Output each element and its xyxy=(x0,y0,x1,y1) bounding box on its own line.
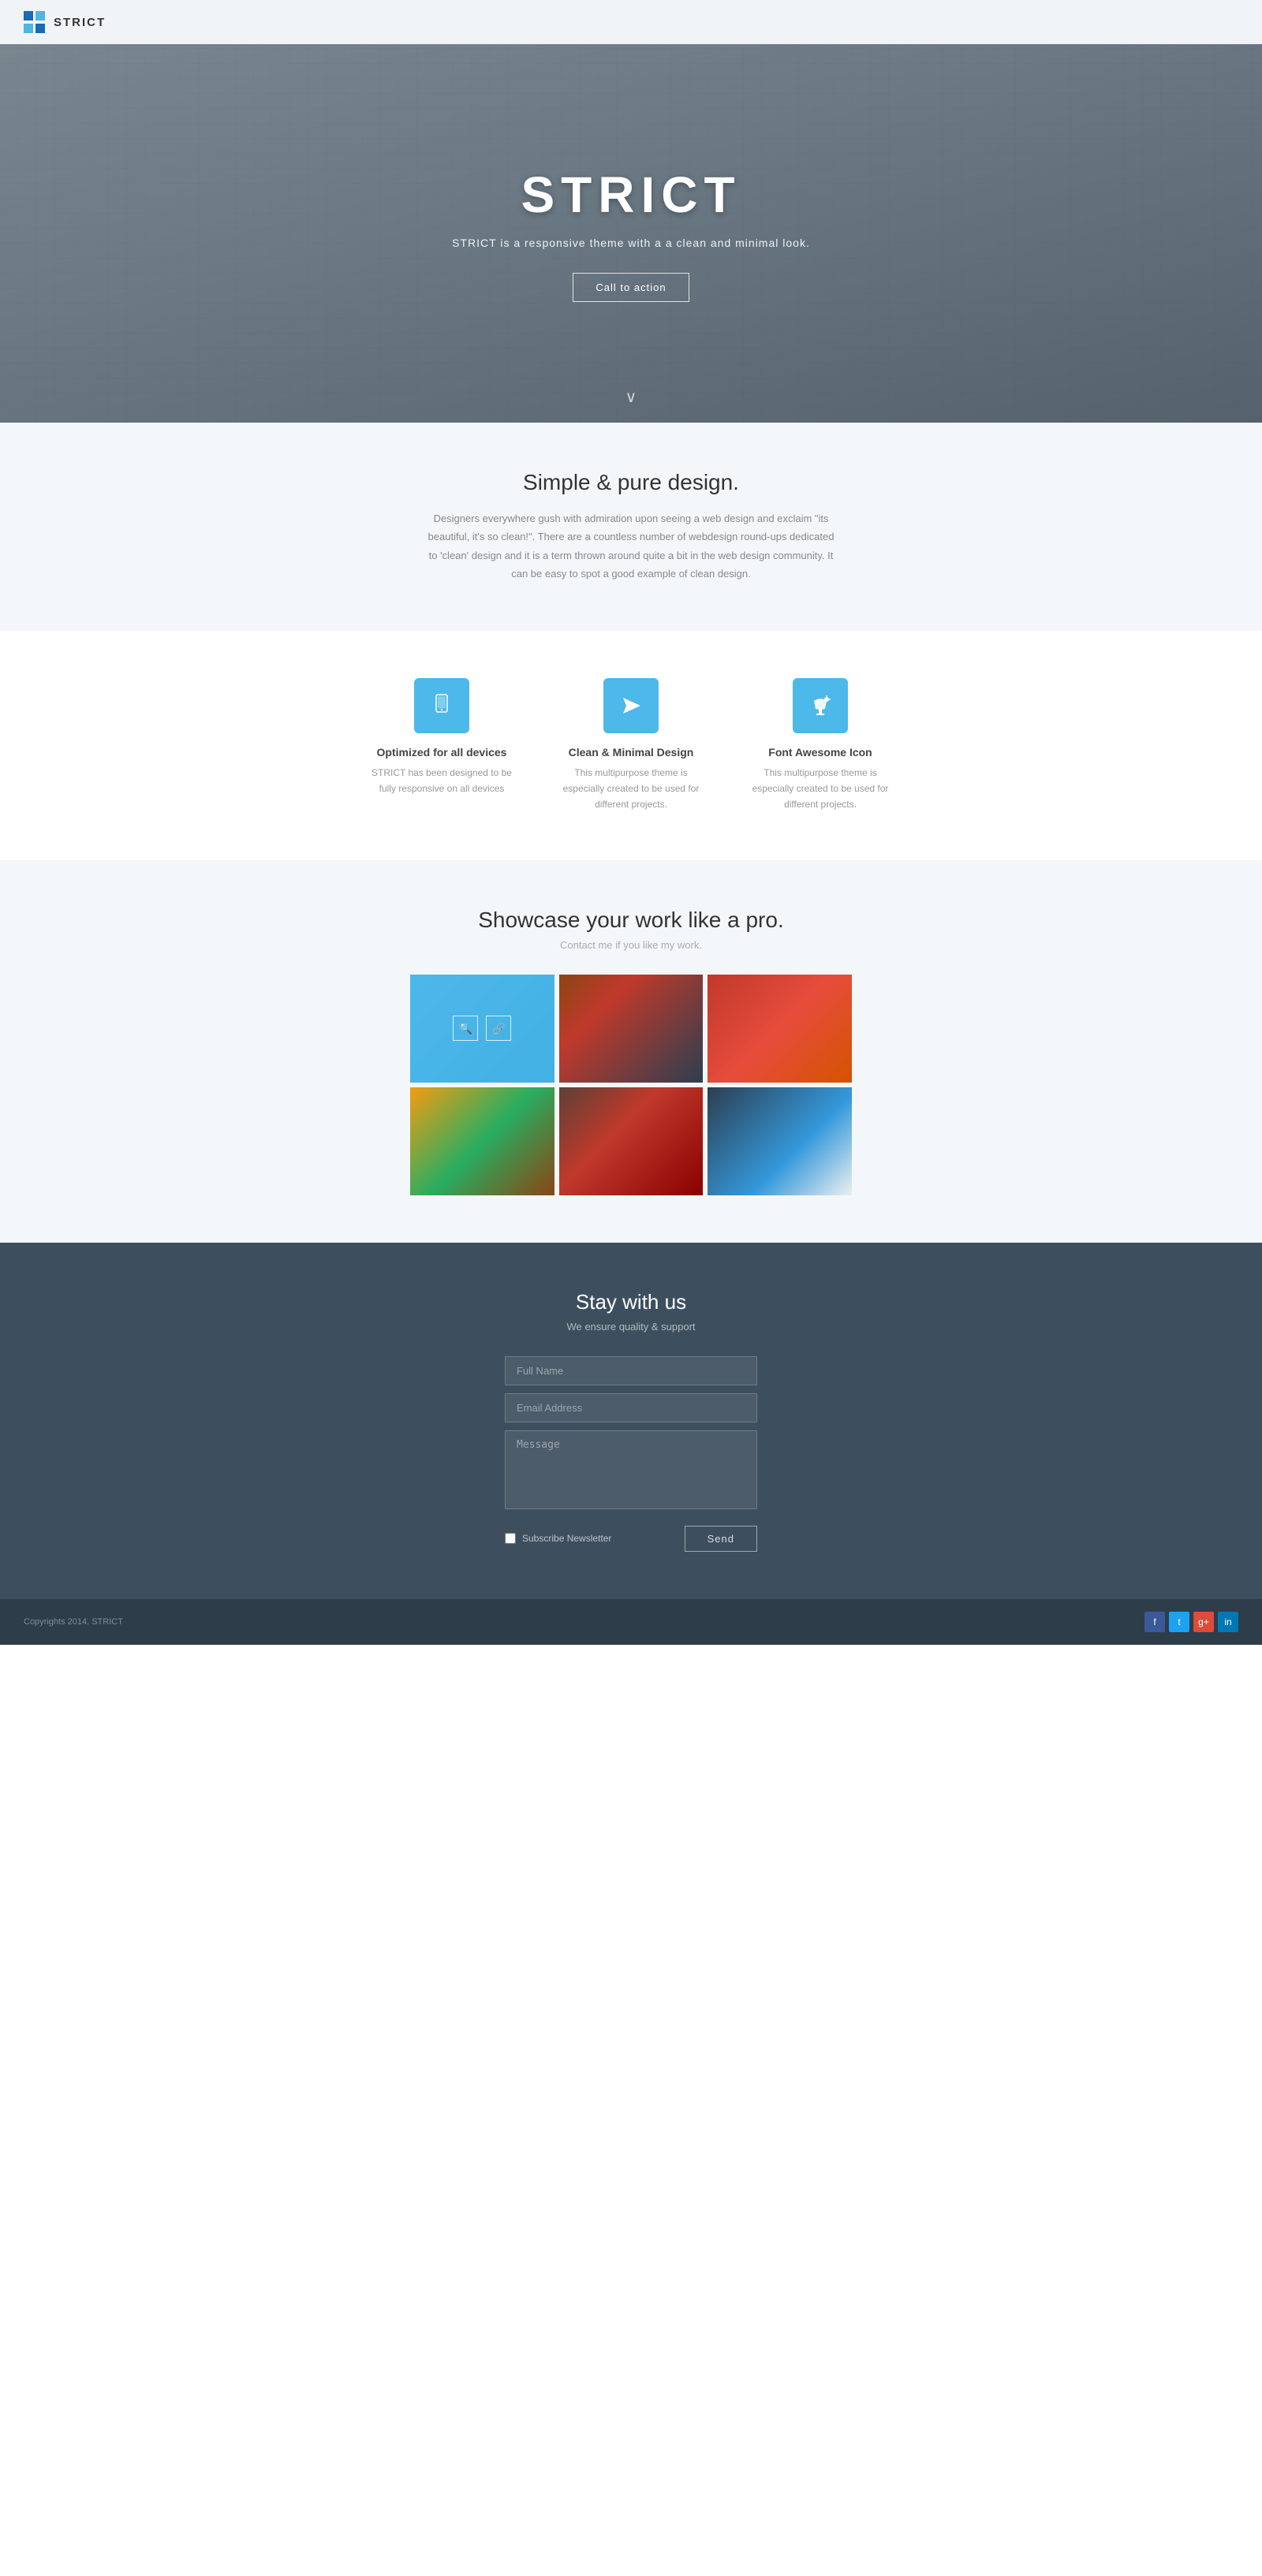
feature-title-2: Clean & Minimal Design xyxy=(560,746,702,759)
send-button[interactable]: Send xyxy=(685,1526,757,1552)
social-icons: f t g+ in xyxy=(1144,1612,1238,1632)
zoom-icon-6[interactable]: 🔍 xyxy=(751,1128,776,1154)
link-icon-5[interactable]: 🔗 xyxy=(635,1128,660,1154)
portfolio-item-1[interactable]: 🔍 🔗 xyxy=(410,975,554,1083)
googleplus-icon[interactable]: g+ xyxy=(1193,1612,1214,1632)
subscribe-label[interactable]: Subscribe Newsletter xyxy=(505,1533,611,1544)
intro-section: Simple & pure design. Designers everywhe… xyxy=(0,423,1262,631)
link-icon-2[interactable]: 🔗 xyxy=(635,1016,660,1041)
footer: Copyrights 2014, STRICT f t g+ in xyxy=(0,1599,1262,1645)
zoom-icon-4[interactable]: 🔍 xyxy=(453,1128,478,1154)
portfolio-grid: 🔍 🔗 🔍 🔗 🔍 🔗 🔍 🔗 🔍 🔗 xyxy=(410,975,852,1195)
showcase-heading: Showcase your work like a pro. xyxy=(16,908,1246,933)
link-icon-4[interactable]: 🔗 xyxy=(486,1128,511,1154)
portfolio-item-3[interactable]: 🔍 🔗 xyxy=(708,975,852,1083)
logo-icon xyxy=(24,11,46,33)
feature-title-3: Font Awesome Icon xyxy=(749,746,891,759)
intro-body: Designers everywhere gush with admiratio… xyxy=(426,509,836,583)
hero-cta-button[interactable]: Call to action xyxy=(573,273,689,302)
intro-heading: Simple & pure design. xyxy=(16,470,1246,495)
full-name-input[interactable] xyxy=(505,1356,757,1385)
feature-icon-2 xyxy=(603,678,659,733)
feature-icon-1 xyxy=(414,678,469,733)
contact-section: Stay with us We ensure quality & support… xyxy=(0,1243,1262,1599)
subscribe-checkbox[interactable] xyxy=(505,1533,516,1544)
facebook-icon[interactable]: f xyxy=(1144,1612,1165,1632)
feature-desc-1: STRICT has been designed to be fully res… xyxy=(371,765,513,797)
hero-subtitle: STRICT is a responsive theme with a a cl… xyxy=(452,237,810,249)
linkedin-icon[interactable]: in xyxy=(1218,1612,1238,1632)
twitter-icon[interactable]: t xyxy=(1169,1612,1189,1632)
feature-desc-3: This multipurpose theme is especially cr… xyxy=(749,765,891,813)
feature-item-3: Font Awesome Icon This multipurpose them… xyxy=(749,678,891,813)
feature-desc-2: This multipurpose theme is especially cr… xyxy=(560,765,702,813)
showcase-sub: Contact me if you like my work. xyxy=(16,939,1246,951)
hero-chevron: ∨ xyxy=(625,387,637,407)
hero-content: STRICT STRICT is a responsive theme with… xyxy=(452,166,810,302)
hero-section: STRICT STRICT is a responsive theme with… xyxy=(0,44,1262,423)
features-section: Optimized for all devices STRICT has bee… xyxy=(0,631,1262,860)
email-input[interactable] xyxy=(505,1393,757,1422)
portfolio-item-6[interactable]: 🔍 🔗 xyxy=(708,1087,852,1195)
form-bottom: Subscribe Newsletter Send xyxy=(505,1526,757,1552)
portfolio-overlay-1: 🔍 🔗 xyxy=(410,975,554,1083)
zoom-icon[interactable]: 🔍 xyxy=(453,1016,478,1041)
portfolio-item-5[interactable]: 🔍 🔗 xyxy=(559,1087,704,1195)
feature-item-2: Clean & Minimal Design This multipurpose… xyxy=(560,678,702,813)
zoom-icon-3[interactable]: 🔍 xyxy=(751,1016,776,1041)
feature-icon-3 xyxy=(793,678,848,733)
link-icon-6[interactable]: 🔗 xyxy=(784,1128,809,1154)
header: STRICT xyxy=(0,0,1262,44)
message-input[interactable] xyxy=(505,1430,757,1509)
feature-title-1: Optimized for all devices xyxy=(371,746,513,759)
contact-heading: Stay with us xyxy=(16,1290,1246,1314)
contact-sub: We ensure quality & support xyxy=(16,1321,1246,1333)
link-icon[interactable]: 🔗 xyxy=(486,1016,511,1041)
zoom-icon-5[interactable]: 🔍 xyxy=(602,1128,627,1154)
zoom-icon-2[interactable]: 🔍 xyxy=(602,1016,627,1041)
link-icon-3[interactable]: 🔗 xyxy=(784,1016,809,1041)
showcase-section: Showcase your work like a pro. Contact m… xyxy=(0,860,1262,1243)
contact-form: Subscribe Newsletter Send xyxy=(505,1356,757,1552)
footer-copyright: Copyrights 2014, STRICT xyxy=(24,1617,123,1627)
portfolio-item-4[interactable]: 🔍 🔗 xyxy=(410,1087,554,1195)
logo-text: STRICT xyxy=(54,16,106,29)
subscribe-text: Subscribe Newsletter xyxy=(522,1533,611,1544)
feature-item-1: Optimized for all devices STRICT has bee… xyxy=(371,678,513,813)
portfolio-item-2[interactable]: 🔍 🔗 xyxy=(559,975,704,1083)
hero-title: STRICT xyxy=(452,166,810,224)
